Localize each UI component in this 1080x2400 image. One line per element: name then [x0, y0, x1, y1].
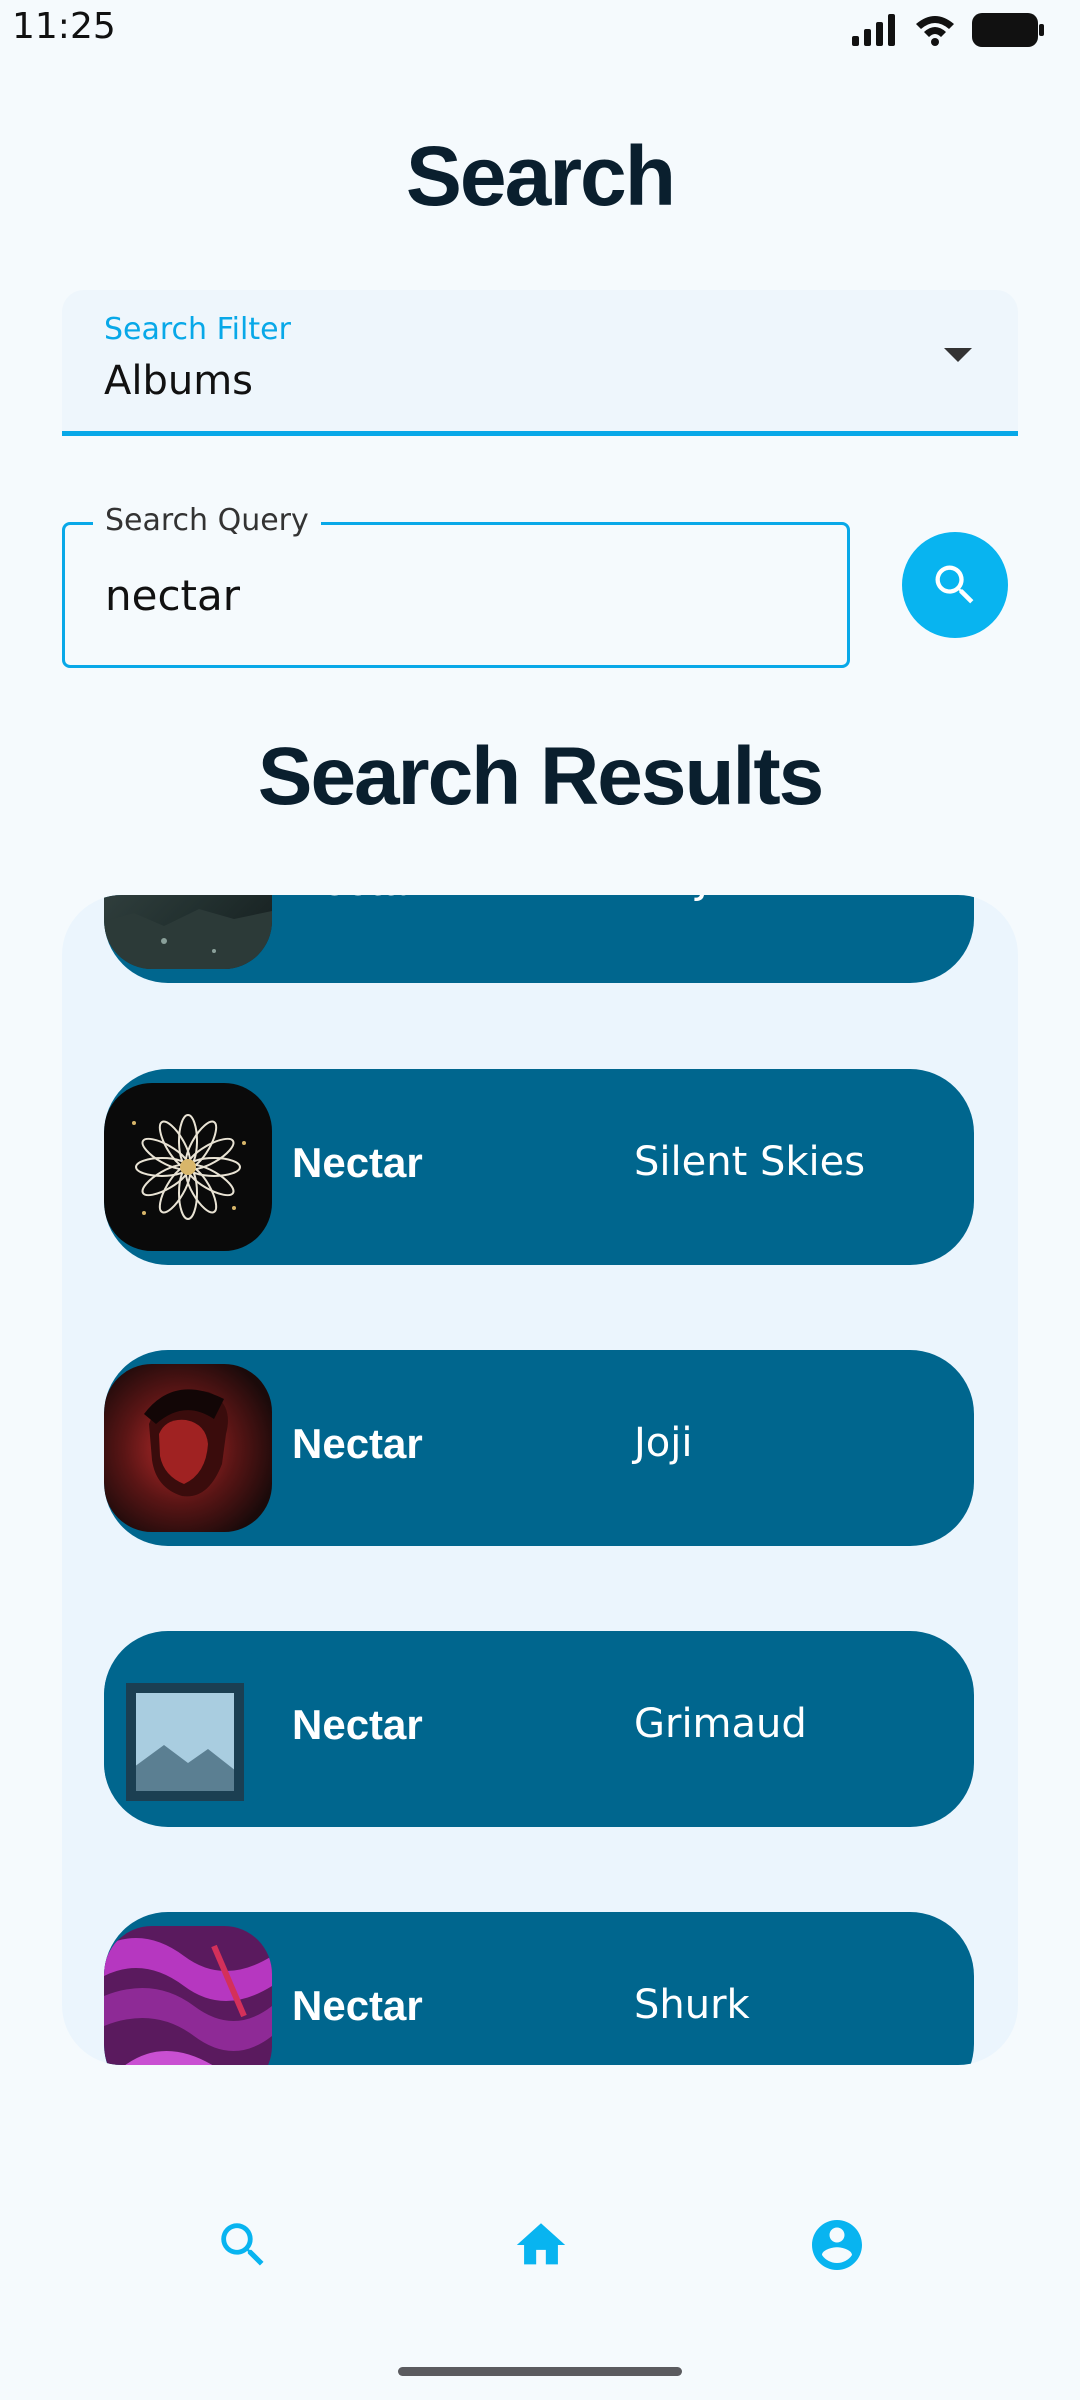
results-list[interactable]: Nectar CMJ	[62, 895, 1018, 2065]
result-item[interactable]: Nectar Silent Skies	[104, 1069, 974, 1265]
filter-label: Search Filter	[104, 312, 291, 347]
result-item[interactable]: Nectar CMJ	[104, 895, 974, 983]
wifi-icon	[914, 14, 956, 50]
account-icon	[812, 2220, 862, 2270]
status-time: 11:25	[12, 6, 116, 47]
search-filter-dropdown[interactable]: Search Filter Albums	[62, 290, 1018, 436]
home-indicator[interactable]	[398, 2367, 682, 2376]
battery-icon	[972, 13, 1044, 51]
nav-home-button[interactable]	[506, 2210, 576, 2280]
album-artist: CMJ	[634, 895, 708, 903]
result-item[interactable]: Nectar Shurk	[104, 1912, 974, 2065]
signal-icon	[852, 14, 898, 50]
query-label: Search Query	[93, 503, 321, 538]
album-artist: Silent Skies	[634, 1139, 866, 1185]
result-item[interactable]: Nectar Joji	[104, 1350, 974, 1546]
filter-value: Albums	[104, 358, 254, 404]
search-button[interactable]	[902, 532, 1008, 638]
nav-account-button[interactable]	[802, 2210, 872, 2280]
album-title: Nectar	[292, 895, 423, 905]
result-item[interactable]: Nectar Grimaud	[104, 1631, 974, 1827]
search-icon	[221, 2223, 264, 2266]
album-title: Nectar	[292, 1420, 423, 1467]
status-icons	[852, 12, 1044, 52]
album-title: Nectar	[292, 1982, 423, 2029]
album-art	[104, 1926, 272, 2065]
dropdown-arrow-icon	[944, 348, 972, 362]
bottom-nav	[0, 2190, 1080, 2290]
nav-search-button[interactable]	[208, 2210, 278, 2280]
album-art	[104, 1083, 272, 1251]
album-artist: Grimaud	[634, 1701, 807, 1747]
album-artist: Joji	[634, 1420, 693, 1466]
page-title: Search	[405, 129, 676, 223]
album-artist: Shurk	[634, 1982, 750, 2028]
results-title: Search Results	[257, 731, 825, 822]
status-bar: 11:25	[0, 0, 1080, 60]
album-title: Nectar	[292, 1139, 423, 1186]
album-title: Nectar	[292, 1701, 423, 1748]
album-art	[104, 1364, 272, 1532]
album-art	[104, 1645, 272, 1813]
search-icon	[935, 565, 974, 604]
search-screen: 11:25 Search Search Filter Albums Search…	[0, 0, 1080, 2400]
home-icon	[516, 2223, 566, 2265]
placeholder-image-icon	[104, 1645, 272, 1813]
album-art	[104, 895, 272, 969]
search-query-field[interactable]: Search Query	[62, 503, 850, 668]
search-input[interactable]	[105, 571, 805, 620]
